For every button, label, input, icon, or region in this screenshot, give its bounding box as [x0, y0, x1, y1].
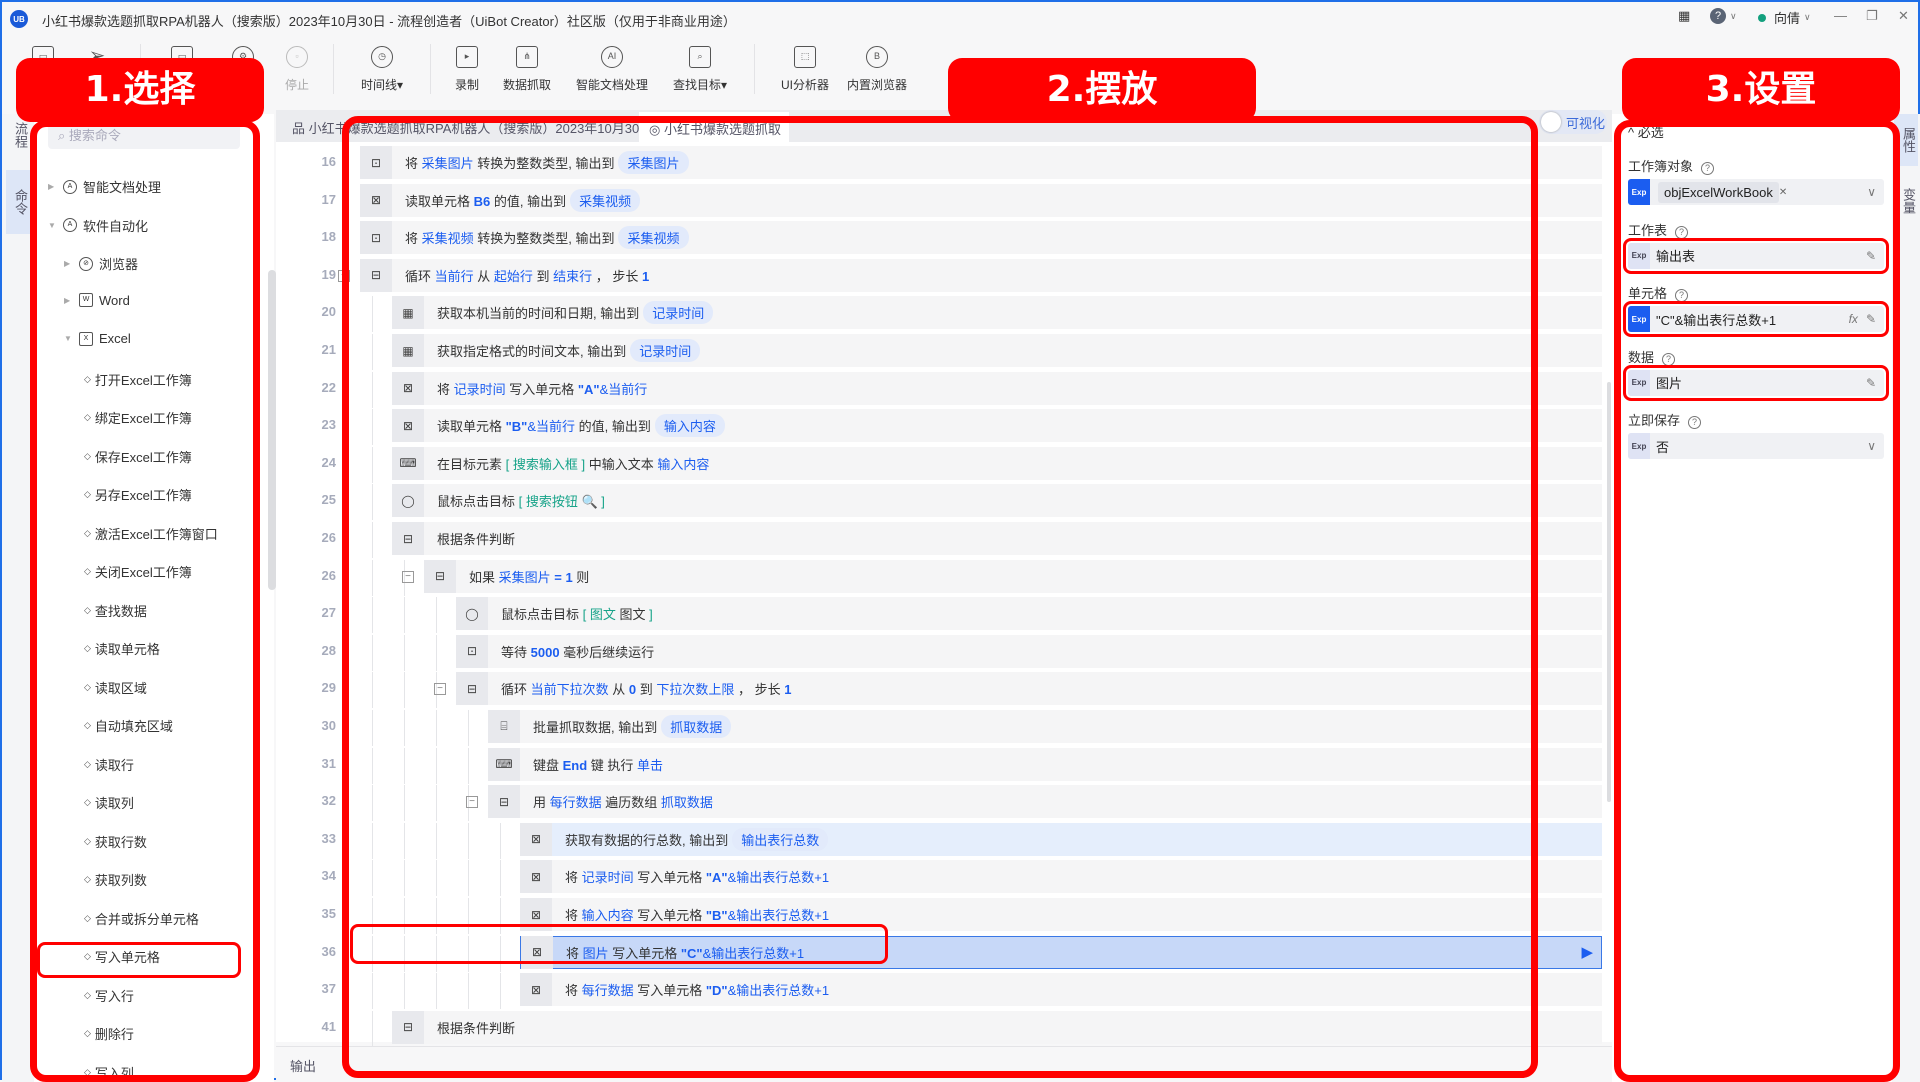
help-icon: ?	[1710, 8, 1726, 24]
line-number: 25	[321, 492, 336, 508]
app-logo-icon: UB	[10, 10, 28, 28]
browser-b-icon: B	[866, 46, 888, 68]
timeline-button[interactable]: ◷ 时间线▾	[347, 46, 417, 93]
tab-commands[interactable]: 命令	[6, 170, 30, 234]
line-number: 16	[321, 154, 336, 169]
visual-mode-toggle[interactable]: 可视化	[1539, 110, 1607, 134]
data-scrape-icon: ⋔	[516, 46, 538, 68]
help-button[interactable]: ? ∨	[1710, 8, 1737, 24]
line-number: 26	[321, 567, 336, 583]
window-title: 小红书爆款选题抓取RPA机器人（搜索版）2023年10月30日 - 流程创造者（…	[42, 14, 736, 29]
line-number: 22	[321, 379, 336, 395]
line-number: 28	[321, 642, 336, 658]
line-number: 35	[321, 906, 336, 921]
chevron-down-icon: ∨	[1804, 12, 1811, 22]
find-target-button[interactable]: ⌕ 查找目标▾	[662, 46, 738, 93]
line-number: 29	[321, 680, 336, 696]
line-number: 18	[321, 229, 336, 245]
line-number: 33	[321, 830, 336, 846]
user-name: 向倩	[1774, 11, 1801, 26]
editor-scrollbar[interactable]	[1607, 382, 1611, 802]
annotation-label-place: 2.摆放	[948, 58, 1256, 122]
run-row-play-icon[interactable]: ▶	[1581, 943, 1593, 961]
ui-analyzer-icon: ⬚	[794, 46, 816, 68]
line-number: 24	[321, 454, 336, 470]
line-number: 26	[321, 530, 336, 545]
clock-icon: ◷	[371, 46, 393, 68]
toolbar-separator	[754, 44, 755, 94]
stop-icon: ▫	[286, 46, 308, 68]
command-panel-scrollbar[interactable]	[268, 270, 276, 590]
data-scrape-button[interactable]: ⋔ 数据抓取	[492, 46, 562, 93]
ai-doc-button[interactable]: AI 智能文档处理	[562, 46, 662, 93]
line-number: 20	[321, 304, 336, 320]
stop-button[interactable]: ▫ 停止	[262, 46, 332, 93]
apps-grid-icon[interactable]: ▦	[1678, 8, 1690, 24]
minimize-button[interactable]: —	[1834, 8, 1847, 23]
line-number: 21	[321, 342, 336, 357]
user-menu[interactable]: 向倩 ∨	[1758, 8, 1811, 27]
annotation-box-select	[30, 120, 260, 1082]
online-status-icon	[1758, 13, 1766, 22]
flow-chart-icon: 品	[292, 121, 309, 136]
ai-doc-icon: AI	[601, 46, 623, 68]
line-number: 41	[321, 1018, 336, 1034]
close-button[interactable]: ✕	[1898, 8, 1909, 24]
line-number: 19	[321, 266, 336, 282]
annotation-box-write-cell	[37, 942, 241, 978]
toggle-knob	[1541, 112, 1561, 132]
toolbar-separator	[333, 44, 334, 94]
annotation-box-target-row	[350, 924, 888, 964]
ui-analyzer-button[interactable]: ⬚ UI分析器	[770, 46, 840, 93]
chevron-down-icon: ∨	[1730, 10, 1737, 21]
annotation-label-settings: 3.设置	[1622, 58, 1900, 122]
restore-button[interactable]: ❐	[1866, 8, 1878, 24]
line-number: 27	[321, 605, 336, 621]
line-number: 23	[321, 417, 336, 433]
annotation-label-select: 1.选择	[16, 58, 264, 122]
builtin-browser-button[interactable]: B 内置浏览器	[842, 46, 912, 93]
line-number: 36	[321, 943, 336, 959]
line-number: 17	[321, 191, 336, 207]
annotation-box-settings	[1614, 120, 1900, 1082]
line-number: 37	[321, 981, 336, 997]
toolbar-separator	[430, 44, 431, 94]
line-number: 32	[321, 793, 336, 809]
line-number: 34	[321, 868, 336, 884]
line-number: 31	[321, 755, 336, 771]
line-number: 30	[321, 718, 336, 733]
find-target-icon: ⌕	[689, 46, 711, 68]
record-icon: ▸	[456, 46, 478, 68]
